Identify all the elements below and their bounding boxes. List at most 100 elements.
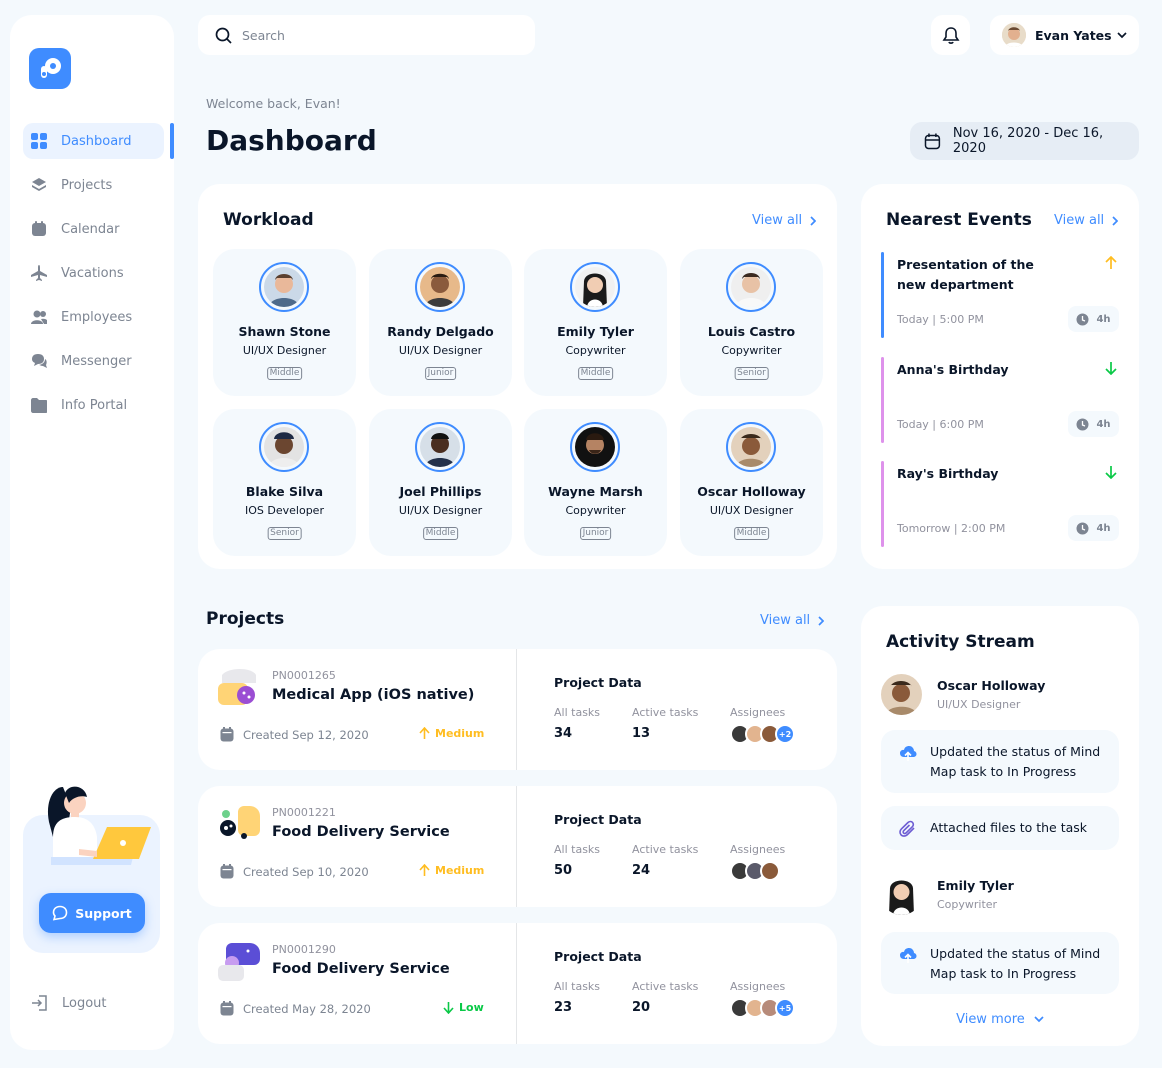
chat-icon <box>31 353 47 369</box>
project-priority: Low <box>443 1001 484 1014</box>
employee-card-randy-delgado[interactable]: Randy Delgado UI/UX Designer Junior <box>369 249 512 396</box>
view-more-link[interactable]: View more <box>861 1012 1139 1027</box>
project-created: Created Sep 10, 2020 <box>220 864 369 879</box>
project-card[interactable]: PN0001290 Food Delivery Service Created … <box>198 923 837 1044</box>
search-input[interactable] <box>242 27 502 43</box>
activity-item: Attached files to the task <box>881 806 1119 850</box>
sidebar-item-vacations[interactable]: Vacations <box>23 255 164 291</box>
employee-level-badge: Middle <box>733 527 770 540</box>
activity-user-name: Oscar Holloway <box>937 678 1046 693</box>
event-color-bar <box>881 252 884 338</box>
event-item[interactable]: Anna's Birthday Today | 6:00 PM 4h <box>881 357 1119 443</box>
project-number: PN0001221 <box>272 806 336 819</box>
employee-name: Blake Silva <box>245 484 324 499</box>
event-time: Today | 6:00 PM <box>897 418 984 431</box>
employee-card-oscar-holloway[interactable]: Oscar Holloway UI/UX Designer Middle <box>680 409 823 556</box>
sidebar-item-calendar[interactable]: Calendar <box>23 211 164 247</box>
event-color-bar <box>881 461 884 547</box>
event-duration-badge: 4h <box>1068 306 1119 332</box>
avatar <box>726 422 776 472</box>
all-tasks-value: 50 <box>554 863 573 878</box>
avatar <box>259 422 309 472</box>
sidebar-item-label: Employees <box>61 309 133 325</box>
bell-icon <box>942 26 959 44</box>
view-all-label: View all <box>752 213 803 228</box>
event-duration-badge: 4h <box>1068 411 1119 437</box>
active-tasks-value: 13 <box>632 726 651 741</box>
employee-card-joel-phillips[interactable]: Joel Phillips UI/UX Designer Middle <box>369 409 512 556</box>
date-range-value: Nov 16, 2020 - Dec 16, 2020 <box>952 126 1104 156</box>
employee-card-louis-castro[interactable]: Louis Castro Copywriter Senior <box>680 249 823 396</box>
welcome-text: Welcome back, Evan! <box>206 96 341 111</box>
event-title: Presentation of the new department <box>897 257 1034 292</box>
sidebar-item-messenger[interactable]: Messenger <box>23 343 164 379</box>
activity-stream-card: Activity Stream Oscar Holloway UI/UX Des… <box>861 606 1139 1046</box>
assignees-label: Assignees <box>730 843 786 856</box>
support-illustration <box>47 786 151 865</box>
event-item[interactable]: Ray's Birthday Tomorrow | 2:00 PM 4h <box>881 461 1119 547</box>
chevron-down-icon <box>1034 1016 1044 1023</box>
project-thumbnail <box>218 669 260 711</box>
employee-card-shawn-stone[interactable]: Shawn Stone UI/UX Designer Middle <box>213 249 356 396</box>
employee-card-blake-silva[interactable]: Blake Silva IOS Developer Senior <box>213 409 356 556</box>
assignees-label: Assignees <box>730 706 786 719</box>
activity-user[interactable]: Emily Tyler Copywriter <box>881 874 1014 915</box>
user-name: Evan Yates <box>1035 27 1112 43</box>
event-item[interactable]: Presentation of the new department Today… <box>881 252 1119 338</box>
workload-view-all-link[interactable]: View all <box>752 213 817 228</box>
project-card[interactable]: PN0001265 Medical App (iOS native) Creat… <box>198 649 837 770</box>
project-created-date: Created Sep 12, 2020 <box>243 727 369 742</box>
logout-button[interactable]: Logout <box>30 994 107 1012</box>
employee-card-emily-tyler[interactable]: Emily Tyler Copywriter Middle <box>524 249 667 396</box>
employee-role: UI/UX Designer <box>242 344 327 357</box>
user-menu[interactable]: Evan Yates <box>990 15 1139 55</box>
sidebar-item-info-portal[interactable]: Info Portal <box>23 387 164 423</box>
arrow-down-icon <box>443 1002 454 1014</box>
notifications-button[interactable] <box>931 15 970 55</box>
assignees-avatars[interactable]: +5 <box>730 998 795 1018</box>
support-card: Support <box>23 786 160 953</box>
clock-icon <box>1076 418 1089 430</box>
assignees-avatars[interactable] <box>730 861 780 881</box>
employee-level-badge: Senior <box>734 367 769 380</box>
employee-level-badge: Senior <box>267 527 302 540</box>
employee-level-badge: Middle <box>577 367 614 380</box>
project-name: Food Delivery Service <box>272 824 450 840</box>
chevron-down-icon <box>1117 31 1127 38</box>
activity-user[interactable]: Oscar Holloway UI/UX Designer <box>881 674 1045 715</box>
search-bar[interactable] <box>198 15 535 55</box>
avatar <box>1002 23 1026 47</box>
clock-icon <box>1076 313 1089 325</box>
project-card[interactable]: PN0001221 Food Delivery Service Created … <box>198 786 837 907</box>
all-tasks-label: All tasks <box>554 706 601 719</box>
priority-label: Medium <box>435 727 485 740</box>
sidebar-item-label: Calendar <box>61 221 120 237</box>
employee-card-wayne-marsh[interactable]: Wayne Marsh Copywriter Junior <box>524 409 667 556</box>
event-title: Anna's Birthday <box>897 362 1009 377</box>
sidebar-item-employees[interactable]: Employees <box>23 299 164 335</box>
projects-view-all-link[interactable]: View all <box>760 613 825 628</box>
project-info: PN0001290 Food Delivery Service Created … <box>198 923 517 1044</box>
events-view-all-link[interactable]: View all <box>1054 213 1119 228</box>
sidebar-item-projects[interactable]: Projects <box>23 167 164 203</box>
app-logo[interactable] <box>29 48 71 89</box>
users-icon <box>31 309 47 325</box>
support-button[interactable]: Support <box>39 893 145 933</box>
assignees-avatars[interactable]: +2 <box>730 724 795 744</box>
sidebar-item-dashboard[interactable]: Dashboard <box>23 123 164 159</box>
employee-role: UI/UX Designer <box>398 344 483 357</box>
employee-name: Shawn Stone <box>238 324 331 339</box>
project-created-date: Created Sep 10, 2020 <box>243 864 369 879</box>
employee-role: IOS Developer <box>245 504 324 517</box>
project-created-date: Created May 28, 2020 <box>243 1001 371 1016</box>
project-data-title: Project Data <box>554 675 642 690</box>
folder-icon <box>31 397 47 413</box>
avatar <box>415 262 465 312</box>
support-label: Support <box>75 905 132 921</box>
project-data-title: Project Data <box>554 949 642 964</box>
arrow-down-icon <box>1105 466 1117 479</box>
date-range-picker[interactable]: Nov 16, 2020 - Dec 16, 2020 <box>910 122 1139 160</box>
active-tasks-label: Active tasks <box>632 843 699 856</box>
project-created: Created May 28, 2020 <box>220 1001 371 1016</box>
activity-item: Updated the status of Mind Map task to I… <box>881 932 1119 994</box>
